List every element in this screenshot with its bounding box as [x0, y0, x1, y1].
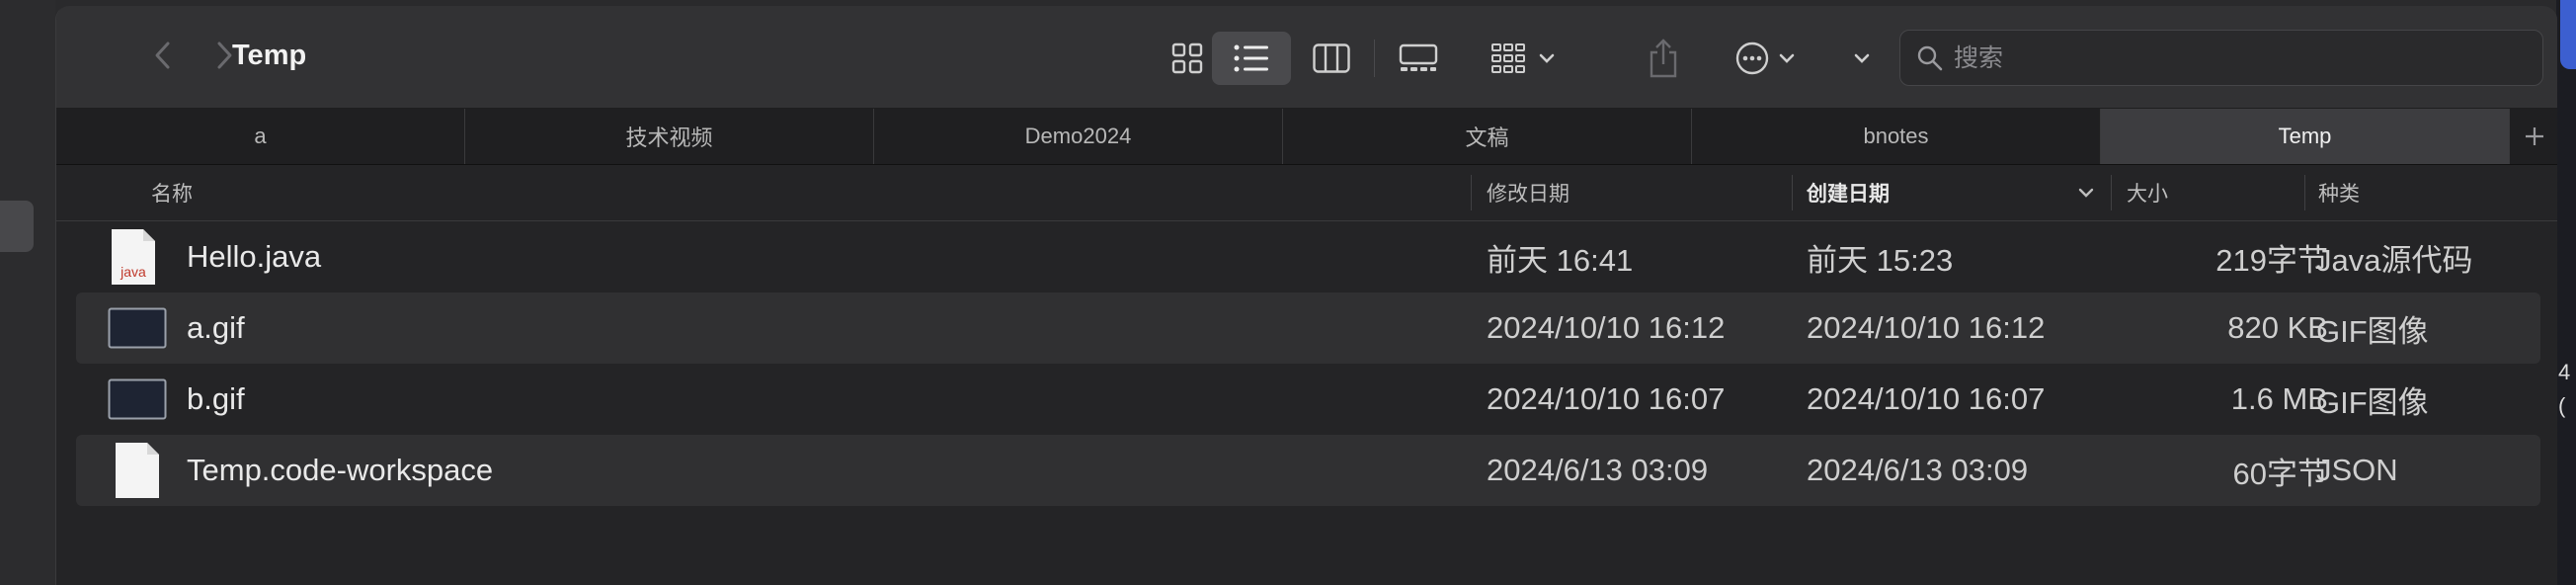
column-header: 名称 修改日期 创建日期 大小 种类 — [56, 165, 2557, 221]
list-view-icon — [1234, 44, 1268, 72]
file-modified: 2024/10/10 16:07 — [1487, 381, 1726, 416]
file-name: a.gif — [187, 310, 245, 345]
column-size-header[interactable]: 大小 — [2127, 165, 2168, 220]
column-created-header[interactable]: 创建日期 — [1807, 165, 1890, 220]
icon-view-icon — [1171, 42, 1203, 74]
group-by-icon — [1491, 43, 1525, 73]
tab-temp[interactable]: Temp — [2101, 109, 2510, 164]
file-size: 219字节 — [2215, 242, 2328, 278]
background-window-edge: 4 ( — [2556, 0, 2576, 585]
tab-tech-videos[interactable]: 技术视频 — [465, 109, 874, 164]
more-actions-button[interactable] — [1726, 32, 1805, 85]
column-kind-header[interactable]: 种类 — [2318, 165, 2360, 220]
column-modified-header[interactable]: 修改日期 — [1487, 165, 1570, 220]
svg-text:java: java — [120, 264, 146, 280]
column-name-header[interactable]: 名称 — [151, 165, 193, 220]
file-size: 60字节 — [2232, 456, 2328, 491]
file-row[interactable]: Temp.code-workspace 2024/6/13 03:09 2024… — [76, 435, 2540, 506]
background-accent — [2560, 0, 2576, 69]
column-divider — [2111, 175, 2112, 210]
file-created: 前天 15:23 — [1807, 242, 1954, 278]
tab-documents[interactable]: 文稿 — [1283, 109, 1692, 164]
share-button[interactable] — [1637, 32, 1690, 85]
column-view-button[interactable] — [1299, 32, 1364, 85]
plus-icon — [2526, 127, 2543, 145]
back-button[interactable] — [143, 36, 183, 75]
gif-thumbnail-icon — [108, 292, 167, 364]
file-name: Temp.code-workspace — [187, 453, 494, 487]
file-row[interactable]: java Hello.java 前天 16:41 前天 15:23 219字节 … — [76, 221, 2540, 292]
finder-window: Temp 搜索 a 技术视频 Demo2024 文稿 bnotes Temp 名… — [55, 6, 2557, 585]
document-icon — [114, 435, 161, 506]
file-name: Hello.java — [187, 239, 322, 274]
file-created: 2024/10/10 16:07 — [1807, 381, 2046, 416]
file-size: 820 KB — [2227, 310, 2328, 345]
gallery-view-icon — [1399, 43, 1438, 71]
file-row[interactable]: b.gif 2024/10/10 16:07 2024/10/10 16:07 … — [76, 364, 2540, 435]
window-title: Temp — [232, 40, 307, 71]
tab-a[interactable]: a — [56, 109, 465, 164]
ellipsis-circle-icon — [1735, 42, 1769, 75]
tab-bar: a 技术视频 Demo2024 文稿 bnotes Temp — [56, 109, 2557, 165]
file-kind: JSON — [2316, 453, 2398, 487]
gallery-view-button[interactable] — [1384, 32, 1453, 85]
new-tab-button[interactable] — [2512, 109, 2557, 164]
file-row[interactable]: a.gif 2024/10/10 16:12 2024/10/10 16:12 … — [76, 292, 2540, 364]
file-created: 2024/6/13 03:09 — [1807, 453, 2029, 487]
file-kind: GIF图像 — [2316, 313, 2429, 349]
search-icon — [1917, 45, 1943, 71]
sidebar-selection — [0, 201, 34, 252]
file-modified: 2024/10/10 16:12 — [1487, 310, 1726, 345]
chevron-down-icon — [1779, 53, 1795, 63]
sort-descending-icon — [2078, 188, 2094, 198]
file-kind: GIF图像 — [2316, 384, 2429, 420]
column-divider — [1792, 175, 1793, 210]
chevron-left-icon — [155, 42, 170, 69]
search-input[interactable] — [1952, 39, 2529, 78]
tab-demo2024[interactable]: Demo2024 — [874, 109, 1283, 164]
share-icon — [1650, 39, 1677, 78]
tab-bnotes[interactable]: bnotes — [1692, 109, 2101, 164]
group-by-button[interactable] — [1479, 32, 1568, 85]
desktop-sidebar-strip — [0, 0, 55, 585]
gif-thumbnail-icon — [108, 364, 167, 435]
search-field[interactable] — [1899, 30, 2543, 86]
overflow-menu-button[interactable] — [1842, 32, 1882, 85]
column-view-icon — [1313, 43, 1350, 73]
background-text: 4 ( — [2558, 360, 2571, 418]
chevron-down-icon — [1539, 53, 1555, 63]
column-divider — [1471, 175, 1472, 210]
list-view-button[interactable] — [1212, 32, 1291, 85]
file-kind: Java源代码 — [2316, 242, 2473, 278]
java-file-icon: java — [110, 221, 157, 292]
toolbar: Temp — [56, 6, 2557, 109]
file-modified: 2024/6/13 03:09 — [1487, 453, 1709, 487]
toolbar-separator — [1374, 40, 1375, 77]
file-size: 1.6 MB — [2230, 381, 2328, 416]
chevron-down-icon — [1854, 53, 1870, 63]
file-name: b.gif — [187, 381, 245, 416]
file-modified: 前天 16:41 — [1487, 242, 1634, 278]
column-divider — [2304, 175, 2305, 210]
chevron-right-icon — [217, 42, 232, 69]
file-created: 2024/10/10 16:12 — [1807, 310, 2046, 345]
